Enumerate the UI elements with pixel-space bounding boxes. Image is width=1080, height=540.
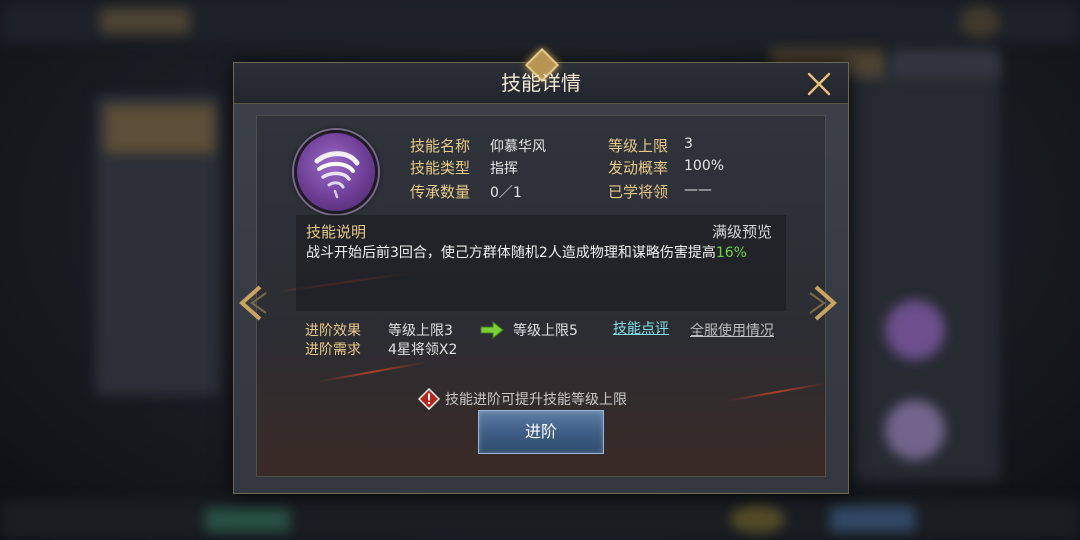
inherit-count-value: 0／1 <box>490 185 522 201</box>
description-text: 战斗开始后前3回合，使己方群体随机2人造成物理和谋略伤害提高16% <box>306 242 747 262</box>
server-usage-link[interactable]: 全服使用情况 <box>690 320 774 340</box>
close-icon[interactable] <box>806 71 832 97</box>
bg-streak <box>727 382 827 402</box>
description-title: 技能说明 <box>306 223 367 241</box>
advance-tip-text: 技能进阶可提升技能等级上限 <box>445 392 627 408</box>
advance-effect-from: 等级上限3 <box>388 323 453 339</box>
skill-name-label: 技能名称 <box>410 137 471 155</box>
bg-bottom-bar <box>0 500 1080 540</box>
dialog-title: 技能详情 <box>501 71 581 95</box>
warning-icon <box>417 387 441 411</box>
skill-review-link[interactable]: 技能点评 <box>613 318 669 338</box>
bg-tab-2 <box>890 48 1000 78</box>
description-body: 战斗开始后前3回合，使己方群体随机2人造成物理和谋略伤害提高 <box>306 245 716 261</box>
advance-effect-to: 等级上限5 <box>513 323 578 339</box>
bg-bottom-button-1 <box>205 508 290 532</box>
bg-top-right-icon <box>960 6 1000 38</box>
bg-title-block <box>100 8 190 34</box>
advance-effect-label: 进阶效果 <box>305 323 361 339</box>
advance-require-label: 进阶需求 <box>305 342 361 358</box>
bg-side-button <box>105 105 215 153</box>
level-cap-label: 等级上限 <box>608 137 669 155</box>
bg-bottom-coin <box>730 505 785 533</box>
whirlwind-icon <box>294 130 378 214</box>
prev-arrow-icon[interactable] <box>236 283 270 323</box>
learned-generals-value: —— <box>684 182 712 198</box>
inherit-count-label: 传承数量 <box>410 183 471 201</box>
learned-generals-label: 已学将领 <box>608 183 669 201</box>
advance-button[interactable]: 进阶 <box>478 410 604 454</box>
max-level-preview-link[interactable]: 满级预览 <box>712 221 772 242</box>
level-cap-value: 3 <box>684 136 693 152</box>
bg-skill-orb-1 <box>885 300 945 360</box>
description-highlight: 16% <box>715 245 747 261</box>
trigger-rate-label: 发动概率 <box>608 159 669 177</box>
trigger-rate-value: 100% <box>684 158 725 174</box>
bg-bottom-button-2 <box>830 506 915 532</box>
bg-skill-orb-2 <box>885 400 945 460</box>
advance-require-value: 4星将领X2 <box>388 342 458 358</box>
bg-streak <box>317 361 427 383</box>
next-arrow-icon[interactable] <box>806 283 840 323</box>
skill-name-value: 仰慕华风 <box>490 139 546 155</box>
skill-type-value: 指挥 <box>490 161 518 177</box>
skill-type-label: 技能类型 <box>410 159 471 177</box>
green-arrow-right-icon <box>480 320 504 343</box>
